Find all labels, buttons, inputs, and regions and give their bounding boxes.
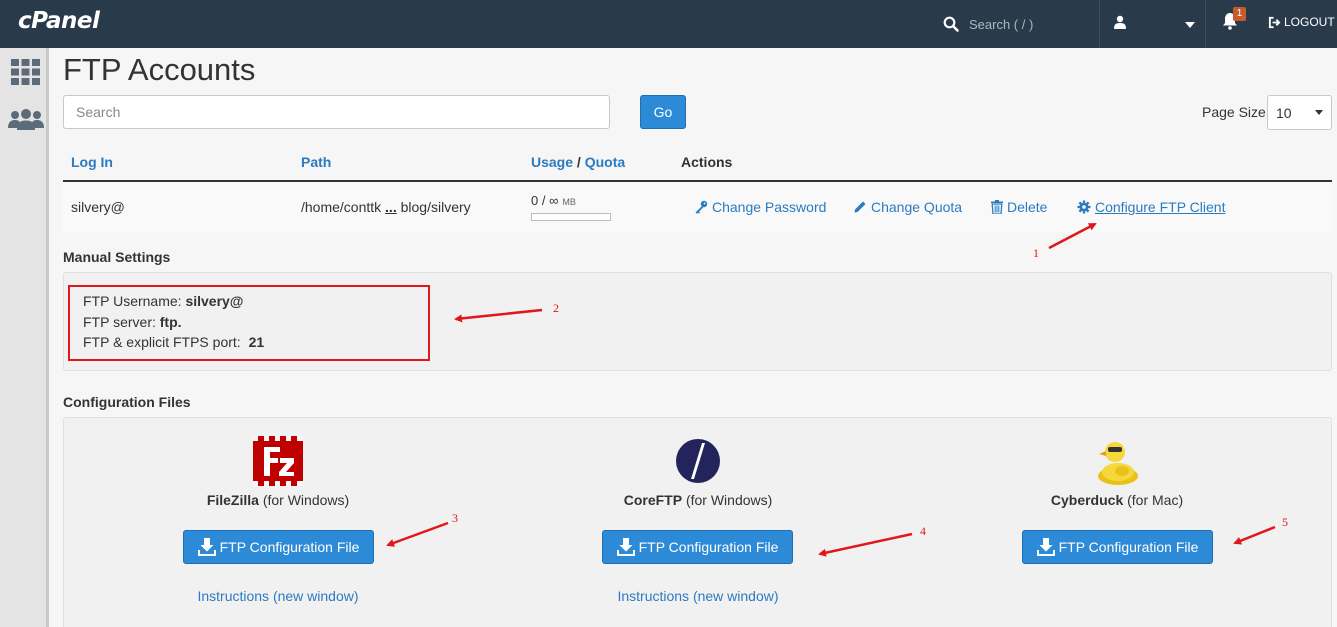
pencil-icon	[854, 201, 866, 213]
column-header-path[interactable]: Path	[301, 154, 331, 170]
path-start: /home/conttk	[301, 199, 382, 215]
path-ellipsis[interactable]: ...	[385, 199, 397, 215]
coreftp-instructions-link[interactable]: Instructions (new window)	[578, 588, 818, 604]
row-login: silvery@	[71, 199, 125, 215]
header-slash: /	[576, 154, 581, 170]
change-password-link[interactable]: Change Password	[694, 199, 826, 215]
filezilla-logo-icon	[253, 436, 303, 486]
cyberduck-download-button[interactable]: FTP Configuration File	[1022, 530, 1213, 564]
filezilla-name: FileZilla (for Windows)	[158, 492, 398, 508]
coreftp-title: CoreFTP	[623, 492, 683, 508]
coreftp-logo-icon	[676, 439, 720, 483]
top-search[interactable]	[925, 0, 1099, 48]
filezilla-instructions-link[interactable]: Instructions (new window)	[158, 588, 398, 604]
cyberduck-platform: (for Mac)	[1127, 492, 1184, 508]
filezilla-download-button[interactable]: FTP Configuration File	[183, 530, 374, 564]
annotation-highlight-box	[68, 285, 430, 361]
manual-settings-title: Manual Settings	[63, 249, 171, 265]
coreftp-download-button[interactable]: FTP Configuration File	[602, 530, 793, 564]
coreftp-download-label: FTP Configuration File	[638, 539, 779, 555]
configure-ftp-client-label: Configure FTP Client	[1095, 199, 1226, 215]
sidebar	[0, 48, 49, 627]
user-icon	[1114, 15, 1126, 29]
cyberduck-name: Cyberduck (for Mac)	[997, 492, 1237, 508]
cpanel-logo[interactable]: cPanel	[18, 8, 100, 34]
configuration-files-title: Configuration Files	[63, 394, 191, 410]
column-header-quota[interactable]: Quota	[585, 154, 625, 170]
download-icon	[197, 538, 216, 556]
annotation-number-1: 1	[1033, 246, 1039, 260]
change-quota-link[interactable]: Change Quota	[853, 199, 962, 215]
apps-grid-icon[interactable]	[11, 59, 40, 85]
users-icon[interactable]	[8, 108, 44, 132]
logout-label: LOGOUT	[1284, 15, 1335, 29]
row-usage: 0 / ∞ MB	[531, 193, 576, 208]
download-icon	[616, 538, 635, 556]
key-icon	[695, 200, 708, 214]
configure-ftp-client-link[interactable]: Configure FTP Client	[1077, 199, 1225, 215]
cyberduck-title: Cyberduck	[1050, 492, 1124, 508]
annotation-number-5: 5	[1282, 515, 1288, 529]
column-header-usage[interactable]: Usage	[531, 154, 573, 170]
annotation-number-3: 3	[452, 511, 458, 525]
chevron-down-icon	[1185, 22, 1195, 28]
trash-icon	[991, 200, 1003, 214]
annotation-number-4: 4	[920, 524, 926, 538]
search-input[interactable]	[63, 95, 610, 129]
cyberduck-logo-icon	[1098, 442, 1138, 485]
download-icon	[1036, 538, 1055, 556]
change-quota-label: Change Quota	[871, 199, 963, 215]
path-end: blog/silvery	[400, 199, 471, 215]
row-path: /home/conttk ... blog/silvery	[301, 199, 471, 215]
cyberduck-download-label: FTP Configuration File	[1058, 539, 1199, 555]
user-menu[interactable]	[1099, 0, 1206, 48]
page-size-value: 10	[1276, 104, 1292, 121]
change-password-label: Change Password	[712, 199, 827, 215]
usage-value: 0 / ∞	[531, 193, 559, 208]
page-title: FTP Accounts	[63, 52, 256, 87]
logout-button[interactable]: LOGOUT	[1268, 15, 1335, 29]
gear-icon	[1077, 200, 1091, 214]
column-header-actions: Actions	[681, 154, 733, 170]
page-size-label: Page Size	[1202, 104, 1266, 120]
chevron-down-icon	[1315, 110, 1323, 115]
notification-badge: 1	[1233, 7, 1246, 21]
column-header-usage-quota: Usage / Quota	[531, 154, 625, 170]
delete-label: Delete	[1007, 199, 1048, 215]
logout-icon	[1268, 16, 1281, 28]
usage-unit: MB	[562, 197, 576, 207]
usage-progress-bar	[531, 213, 611, 221]
top-search-input[interactable]	[969, 16, 1089, 32]
coreftp-platform: (for Windows)	[685, 492, 773, 508]
filezilla-download-label: FTP Configuration File	[219, 539, 360, 555]
coreftp-name: CoreFTP (for Windows)	[578, 492, 818, 508]
go-button[interactable]: Go	[640, 95, 686, 129]
filezilla-platform: (for Windows)	[262, 492, 350, 508]
top-navbar: cPanel 1 LOGOUT	[0, 0, 1337, 48]
filezilla-title: FileZilla	[206, 492, 259, 508]
search-icon	[943, 16, 959, 32]
annotation-number-2: 2	[553, 301, 559, 315]
page-size-select[interactable]: 10	[1267, 95, 1332, 130]
delete-link[interactable]: Delete	[991, 199, 1047, 215]
column-header-login[interactable]: Log In	[71, 154, 113, 170]
